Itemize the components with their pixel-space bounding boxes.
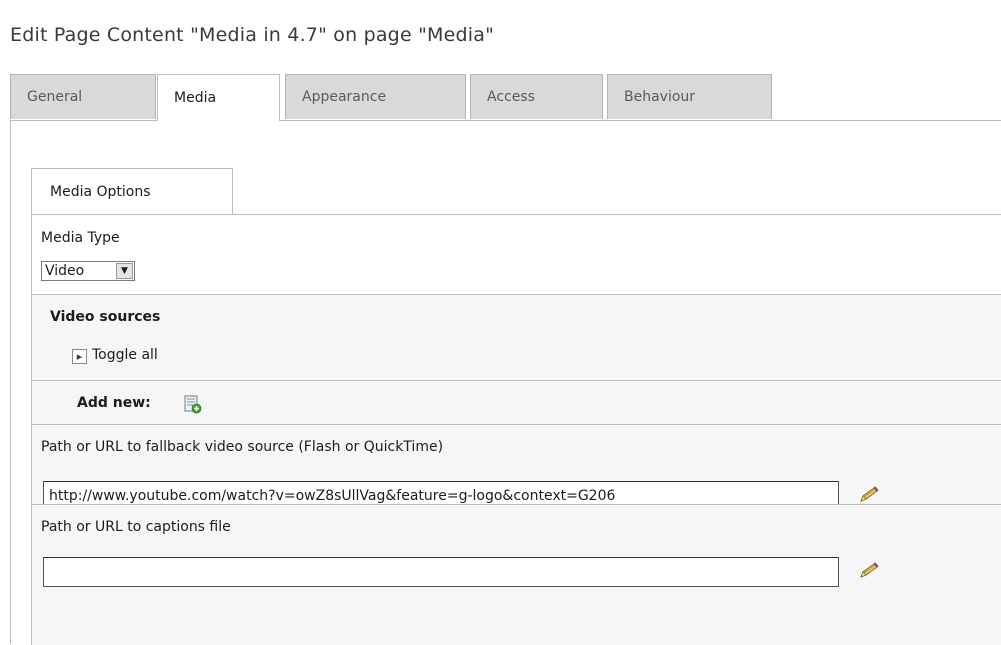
captions-label: Path or URL to captions file xyxy=(41,519,231,535)
tab-general[interactable]: General xyxy=(10,74,156,119)
tab-media[interactable]: Media xyxy=(157,74,280,121)
tab-behaviour[interactable]: Behaviour xyxy=(607,74,772,119)
expand-toggle-icon[interactable]: ▶ xyxy=(72,349,87,364)
subtab-media-options[interactable]: Media Options xyxy=(31,168,233,214)
pencil-icon[interactable] xyxy=(858,562,880,580)
captions-input[interactable] xyxy=(43,557,839,587)
add-new-section: Add new: xyxy=(31,380,1001,425)
media-type-section: Media Type Video ▼ xyxy=(31,214,1001,295)
media-panel: Media Options Media Type Video ▼ Video s… xyxy=(10,120,1001,645)
fallback-video-section: Path or URL to fallback video source (Fl… xyxy=(31,424,1001,511)
tab-access[interactable]: Access xyxy=(470,74,603,119)
toggle-all-label[interactable]: Toggle all xyxy=(92,347,158,363)
media-type-label: Media Type xyxy=(41,230,120,246)
main-tabbar: General Media Appearance Access Behaviou… xyxy=(10,74,1001,121)
video-sources-heading: Video sources xyxy=(50,309,161,325)
tab-appearance[interactable]: Appearance xyxy=(285,74,466,119)
fallback-video-label: Path or URL to fallback video source (Fl… xyxy=(41,439,444,455)
pencil-icon[interactable] xyxy=(858,486,880,504)
page-title: Edit Page Content "Media in 4.7" on page… xyxy=(10,24,495,46)
media-type-select[interactable]: Video ▼ xyxy=(41,261,135,281)
video-sources-section: Video sources ▶ Toggle all xyxy=(31,294,1001,381)
chevron-down-icon[interactable]: ▼ xyxy=(116,263,133,279)
add-new-label: Add new: xyxy=(77,395,151,411)
captions-section: Path or URL to captions file xyxy=(31,504,1001,645)
media-type-value: Video xyxy=(45,263,85,279)
add-new-record-icon[interactable] xyxy=(184,395,202,414)
